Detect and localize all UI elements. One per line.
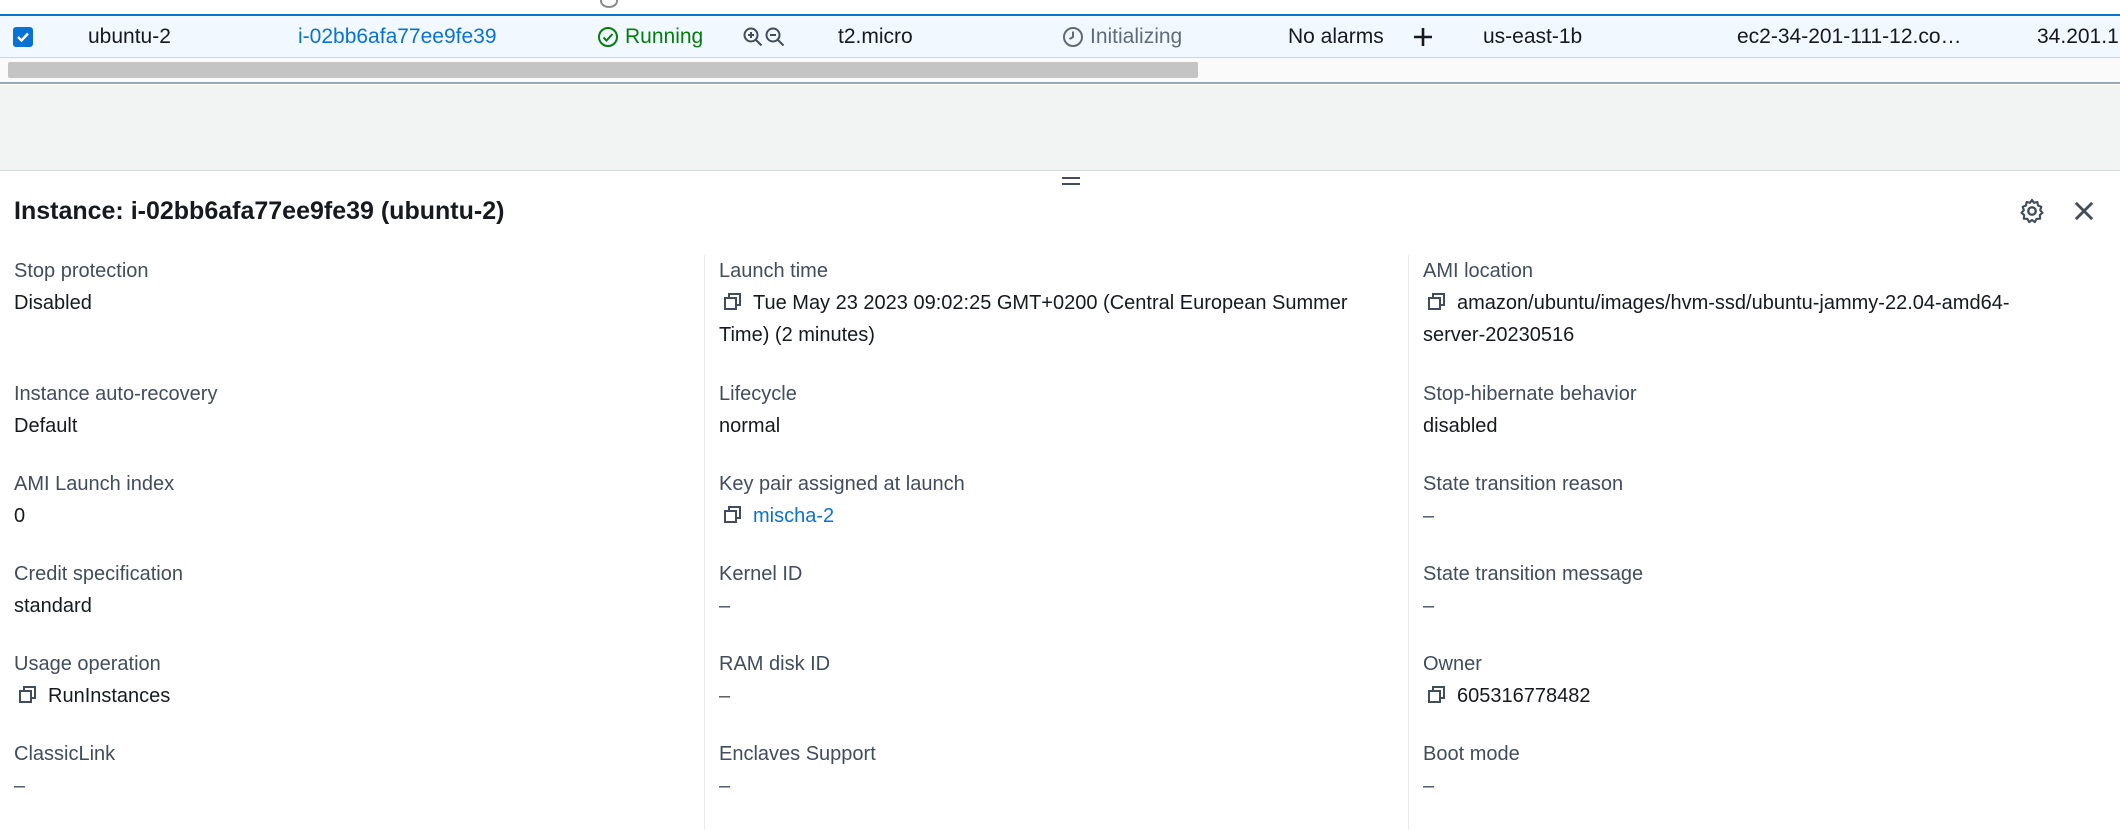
field-key-pair: Key pair assigned at launch mischa-2 [719,468,1399,532]
field-value: Default [14,415,78,437]
instance-name: ubuntu-2 [88,25,171,48]
instance-id-link[interactable]: i-02bb6afa77ee9fe39 [298,16,497,58]
state-zoom-controls [742,16,786,58]
field-label: Stop-hibernate behavior [1423,383,1637,405]
instance-type: t2.micro [838,25,913,48]
copy-icon[interactable] [18,685,38,705]
field-value: – [719,775,731,797]
field-owner: Owner 605316778482 [1423,648,2113,712]
scrollbar-thumb[interactable] [8,62,1198,78]
close-icon[interactable] [2070,197,2098,225]
instance-state-label: Running [625,25,704,48]
resize-handle-icon[interactable] [1062,177,1080,187]
field-value: – [719,685,731,707]
field-lifecycle: Lifecycle normal [719,378,1399,442]
field-auto-recovery: Instance auto-recovery Default [14,378,704,442]
field-boot-mode: Boot mode – [1423,738,2113,802]
field-label: State transition message [1423,563,1644,585]
instance-details-panel: Instance: i-02bb6afa77ee9fe39 (ubuntu-2)… [0,171,2120,830]
public-ip: 34.201.1 [2037,25,2119,48]
partial-icon [600,0,618,8]
field-enclaves-support: Enclaves Support – [719,738,1399,802]
field-value: RunInstances [48,685,171,707]
field-label: Launch time [719,260,828,282]
field-value: 605316778482 [1457,685,1591,707]
field-value: – [1423,505,1435,527]
field-label: ClassicLink [14,743,116,765]
field-label: RAM disk ID [719,653,831,675]
status-check: Initializing [1062,16,1182,58]
field-value-copyable: mischa-2 [719,500,1399,532]
field-label: Credit specification [14,563,183,585]
field-value: Disabled [14,292,92,314]
zoom-in-icon[interactable] [742,26,764,48]
field-label: Key pair assigned at launch [719,473,965,495]
field-value-continued: server-20230516 [1423,324,1575,346]
copy-icon[interactable] [723,292,743,312]
table-row-selected[interactable]: ubuntu-2 i-02bb6afa77ee9fe39 Running t2.… [0,14,2120,58]
field-value: – [719,595,731,617]
field-ami-launch-index: AMI Launch index 0 [14,468,704,532]
clock-icon [1063,27,1083,48]
field-value-copyable: 605316778482 [1423,680,2113,712]
field-label: Lifecycle [719,383,797,405]
add-alarm-button[interactable] [1411,16,1435,58]
field-value: – [1423,775,1435,797]
plus-icon[interactable] [1411,25,1435,49]
availability-zone: us-east-1b [1483,25,1583,48]
field-stop-hibernate: Stop-hibernate behavior disabled [1423,378,2113,442]
field-ram-disk-id: RAM disk ID – [719,648,1399,712]
alarm-status: No alarms [1288,25,1384,48]
field-value: disabled [1423,415,1498,437]
field-value: amazon/ubuntu/images/hvm-ssd/ubuntu-jamm… [1457,292,2010,314]
field-credit-specification: Credit specification standard [14,558,704,622]
field-label: Kernel ID [719,563,803,585]
field-label: AMI Launch index [14,473,175,495]
table-header-remnant [0,0,2120,14]
field-launch-time: Launch time Tue May 23 2023 09:02:25 GMT… [719,255,1399,351]
field-value: Tue May 23 2023 09:02:25 GMT+0200 (Centr… [753,292,1348,314]
field-label: Enclaves Support [719,743,876,765]
field-classiclink: ClassicLink – [14,738,704,802]
field-stop-protection: Stop protection Disabled [14,255,704,319]
split-gap [0,85,2120,171]
key-pair-link[interactable]: mischa-2 [753,505,834,527]
copy-icon[interactable] [723,505,743,525]
field-usage-operation: Usage operation RunInstances [14,648,704,712]
field-label: Stop protection [14,260,149,282]
field-label: AMI location [1423,260,1534,282]
copy-icon[interactable] [1427,292,1447,312]
instance-state: Running [597,16,703,58]
gear-icon[interactable] [2018,197,2046,225]
field-value-copyable: amazon/ubuntu/images/hvm-ssd/ubuntu-jamm… [1423,287,2113,319]
field-ami-location: AMI location amazon/ubuntu/images/hvm-ss… [1423,255,2113,351]
field-value-copyable: Tue May 23 2023 09:02:25 GMT+0200 (Centr… [719,287,1399,319]
column-divider [1408,255,1409,830]
field-label: Instance auto-recovery [14,383,218,405]
page-title: Instance: i-02bb6afa77ee9fe39 (ubuntu-2) [14,197,505,225]
field-label: State transition reason [1423,473,1624,495]
copy-icon[interactable] [1427,685,1447,705]
checkbox-checked-icon[interactable] [13,27,33,47]
field-value: standard [14,595,92,617]
field-kernel-id: Kernel ID – [719,558,1399,622]
field-value: – [14,775,26,797]
horizontal-scrollbar[interactable] [0,58,2120,84]
field-label: Owner [1423,653,1482,675]
public-dns: ec2-34-201-111-12.co… [1737,25,1962,48]
zoom-out-icon[interactable] [764,26,786,48]
field-value: 0 [14,505,26,527]
field-state-transition-message: State transition message – [1423,558,2113,622]
status-check-label: Initializing [1090,25,1183,48]
column-divider [704,255,705,830]
field-value-continued: Time) (2 minutes) [719,324,875,346]
field-label: Usage operation [14,653,161,675]
field-value: normal [719,415,781,437]
check-circle-icon [598,27,618,48]
field-state-transition-reason: State transition reason – [1423,468,2113,532]
field-value-copyable: RunInstances [14,680,704,712]
field-label: Boot mode [1423,743,1520,765]
field-value: – [1423,595,1435,617]
